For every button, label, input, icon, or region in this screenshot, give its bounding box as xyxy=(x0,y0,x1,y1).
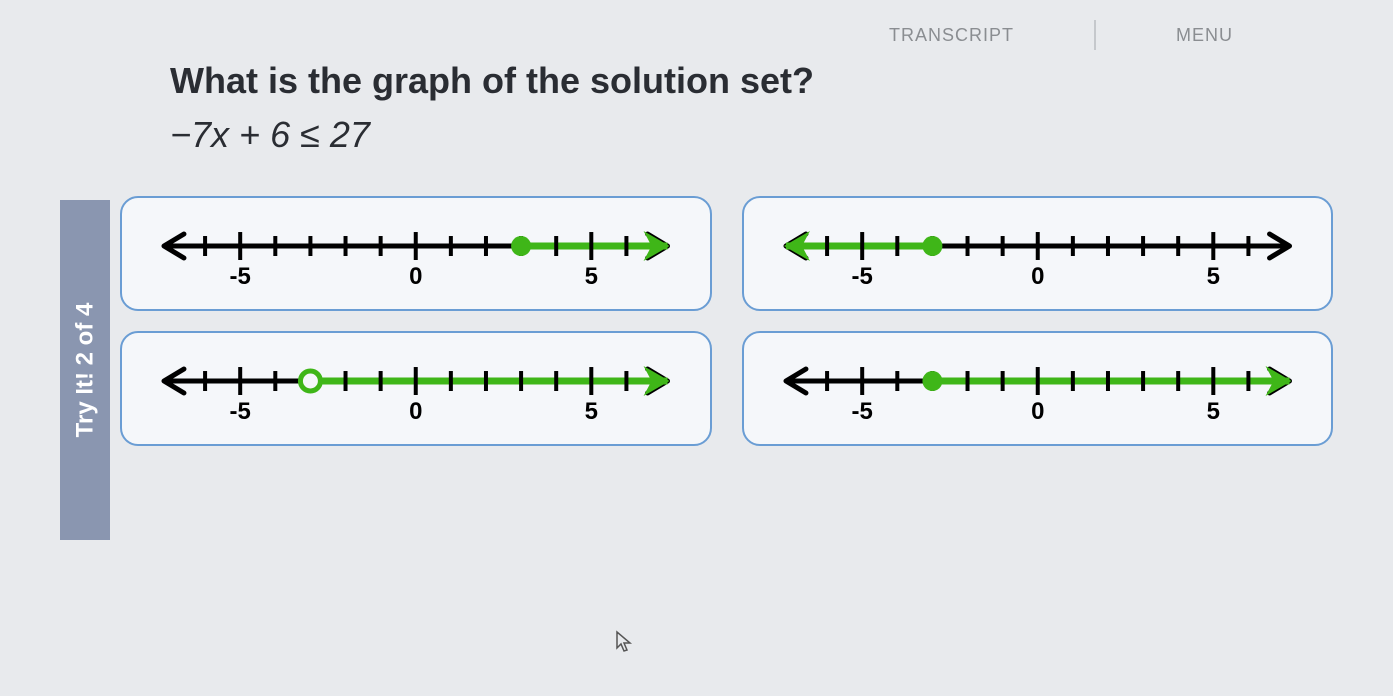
numberline-b: -5 0 5 xyxy=(764,216,1312,296)
svg-text:5: 5 xyxy=(1206,398,1219,425)
svg-text:-5: -5 xyxy=(851,263,872,290)
svg-text:5: 5 xyxy=(585,263,598,290)
option-c[interactable]: -5 0 5 xyxy=(120,331,712,446)
question-title: What is the graph of the solution set? xyxy=(170,60,1333,102)
numberline-d: -5 0 5 xyxy=(764,351,1312,431)
topbar: TRANSCRIPT MENU xyxy=(889,20,1233,50)
content-area: What is the graph of the solution set? −… xyxy=(170,60,1333,446)
transcript-button[interactable]: TRANSCRIPT xyxy=(889,25,1014,46)
options-grid: -5 0 5 -5 0 5 -5 0 5 -5 0 5 xyxy=(120,196,1333,446)
cursor-icon xyxy=(615,630,635,661)
sidebar-label: Try It! 2 of 4 xyxy=(71,303,99,438)
numberline-a: -5 0 5 xyxy=(142,216,690,296)
svg-text:0: 0 xyxy=(1031,398,1044,425)
option-a[interactable]: -5 0 5 xyxy=(120,196,712,311)
svg-text:0: 0 xyxy=(409,398,422,425)
menu-button[interactable]: MENU xyxy=(1176,25,1233,46)
svg-text:-5: -5 xyxy=(851,398,872,425)
svg-text:-5: -5 xyxy=(230,398,251,425)
svg-text:-5: -5 xyxy=(230,263,251,290)
svg-text:0: 0 xyxy=(409,263,422,290)
sidebar: Try It! 2 of 4 xyxy=(60,200,110,540)
numberline-c: -5 0 5 xyxy=(142,351,690,431)
divider-icon xyxy=(1094,20,1096,50)
option-b[interactable]: -5 0 5 xyxy=(742,196,1334,311)
svg-text:5: 5 xyxy=(1206,263,1219,290)
option-d[interactable]: -5 0 5 xyxy=(742,331,1334,446)
inequality-expression: −7x + 6 ≤ 27 xyxy=(170,114,1333,156)
svg-text:5: 5 xyxy=(585,398,598,425)
svg-text:0: 0 xyxy=(1031,263,1044,290)
